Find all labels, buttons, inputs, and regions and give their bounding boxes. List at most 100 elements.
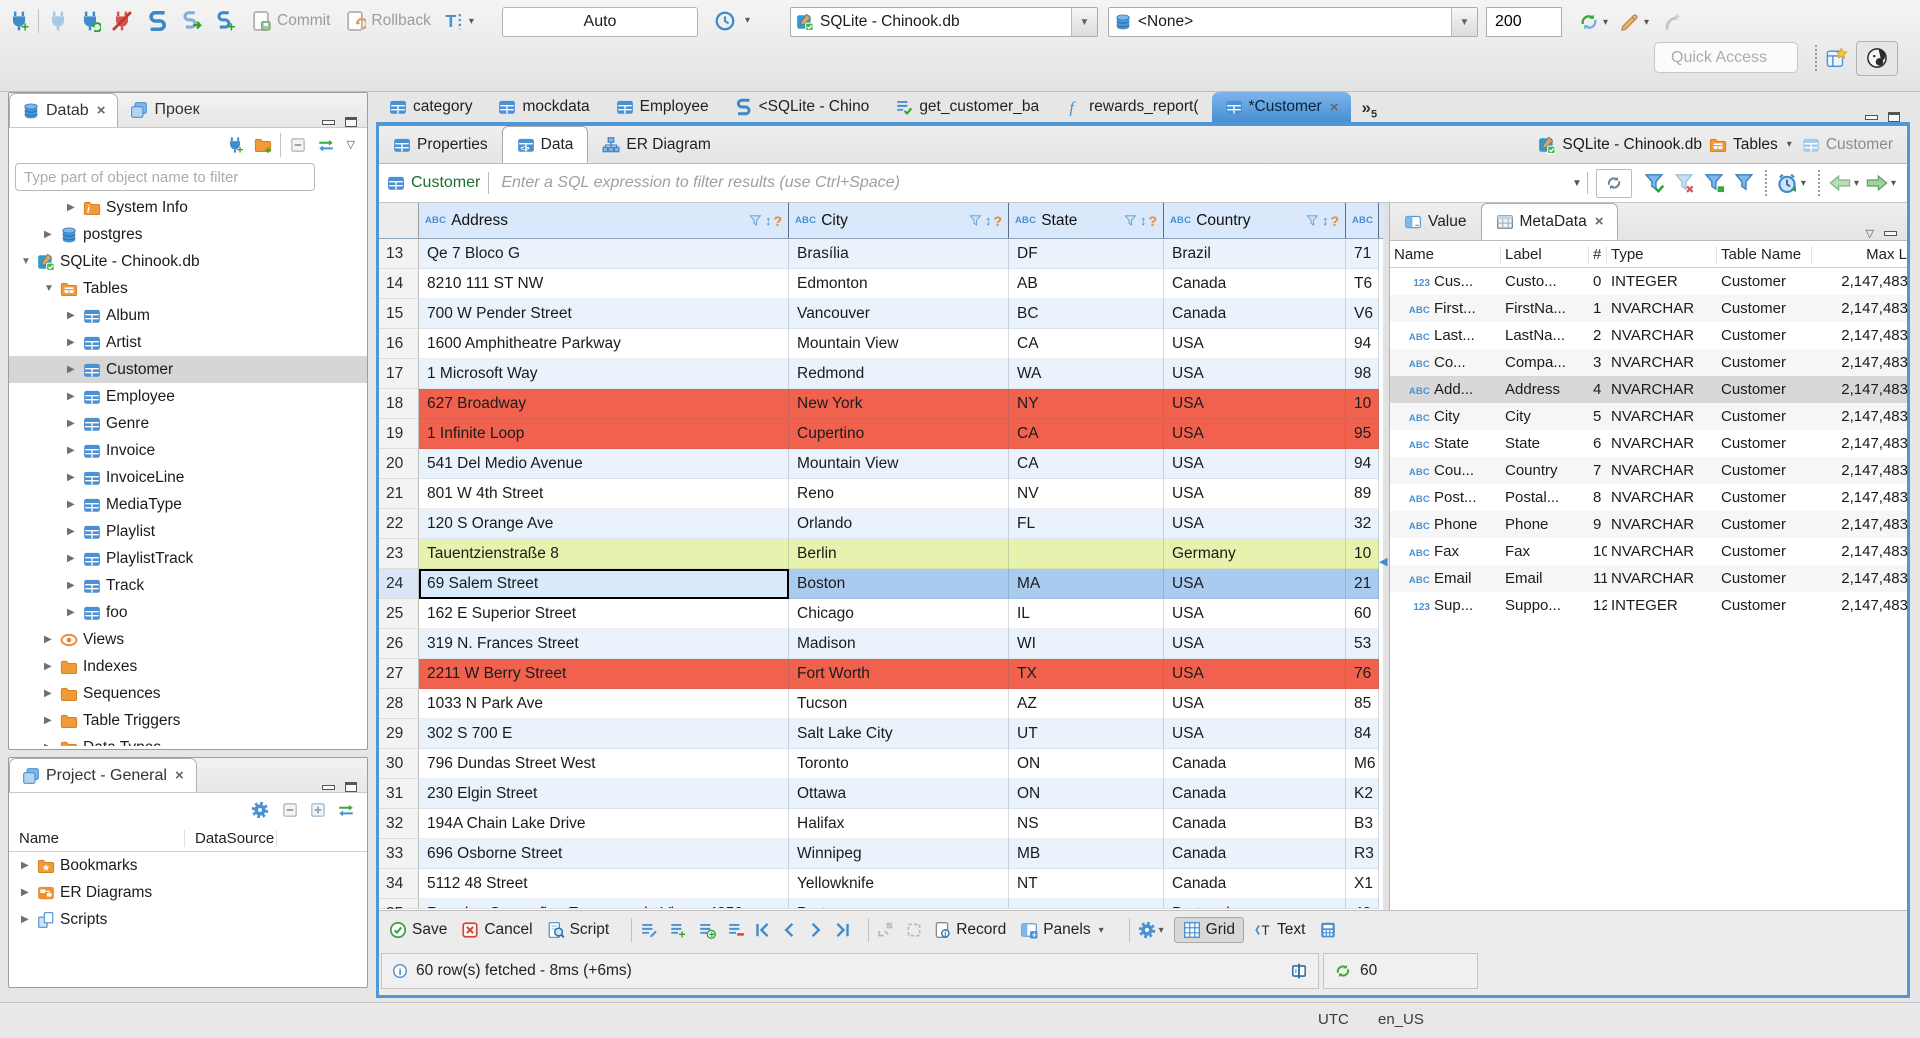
tree-item-invoice[interactable]: ▶ Invoice: [9, 437, 367, 464]
column-header-state[interactable]: ABC State ↕?: [1009, 203, 1164, 238]
grid-cell[interactable]: MB: [1009, 839, 1164, 869]
grid-cell[interactable]: Redmond: [789, 359, 1009, 389]
row-number[interactable]: 22: [379, 509, 419, 539]
chevron-down-icon[interactable]: ▾: [1891, 178, 1896, 189]
grid-cell[interactable]: Toronto: [789, 749, 1009, 779]
chevron-right-icon[interactable]: ▶: [44, 742, 60, 746]
text-view-button[interactable]: T Text: [1254, 921, 1305, 939]
sql-editor-icon[interactable]: [147, 10, 169, 32]
subtab-data[interactable]: <> Data: [501, 126, 589, 163]
project-item-scripts[interactable]: ▶ Scripts: [9, 906, 367, 933]
chevron-right-icon[interactable]: ▶: [44, 634, 60, 645]
row-number[interactable]: 28: [379, 689, 419, 719]
grid-cell[interactable]: Madison: [789, 629, 1009, 659]
grid-cell[interactable]: Mountain View: [789, 449, 1009, 479]
refresh-button[interactable]: [1595, 168, 1632, 198]
grid-cell[interactable]: Canada: [1164, 869, 1346, 899]
minimize-icon[interactable]: [322, 784, 335, 790]
meta-row-compa[interactable]: ABC Co... Compa... 3 NVARCHAR Customer 2,147,4…: [1390, 349, 1908, 376]
grid-cell[interactable]: Boston: [789, 569, 1009, 599]
chevron-right-icon[interactable]: ▶: [44, 661, 60, 672]
meta-row-firstna[interactable]: ABC First... FirstNa... 1 NVARCHAR Customer 2,…: [1390, 295, 1908, 322]
chevron-down-icon[interactable]: ▾: [469, 16, 474, 27]
chevron-down-icon[interactable]: ▾: [745, 15, 750, 26]
row-number[interactable]: 18: [379, 389, 419, 419]
link-with-editor-icon[interactable]: [317, 136, 335, 154]
tree-item-playlisttrack[interactable]: ▶ PlaylistTrack: [9, 545, 367, 572]
grid-cell[interactable]: Canada: [1164, 839, 1346, 869]
duplicate-row-icon[interactable]: +: [698, 921, 717, 939]
grid-cell[interactable]: USA: [1164, 419, 1346, 449]
editor-tab-get-customer-ba[interactable]: get_customer_ba: [882, 92, 1052, 122]
sort-icon[interactable]: ↕: [1322, 213, 1329, 228]
maximize-icon[interactable]: [345, 117, 357, 127]
grid-cell[interactable]: USA: [1164, 359, 1346, 389]
gear-icon[interactable]: [251, 801, 269, 819]
column-header-country[interactable]: ABC Country ↕?: [1164, 203, 1346, 238]
editor-tab-mockdata[interactable]: mockdata: [485, 92, 602, 122]
grid-cell[interactable]: Winnipeg: [789, 839, 1009, 869]
grid-cell[interactable]: Halifax: [789, 809, 1009, 839]
chevron-right-icon[interactable]: ▶: [44, 229, 60, 240]
next-page-icon[interactable]: [1866, 172, 1888, 194]
row-number[interactable]: 21: [379, 479, 419, 509]
chevron-right-icon[interactable]: ▶: [67, 202, 83, 213]
meta-column-type[interactable]: Type: [1607, 245, 1717, 263]
grid-cell[interactable]: NV: [1009, 479, 1164, 509]
minimize-icon[interactable]: [1865, 114, 1878, 120]
grid-cell[interactable]: USA: [1164, 479, 1346, 509]
tree-item-data-types[interactable]: ▶ Data Types: [9, 734, 367, 746]
tree-item-foo[interactable]: ▶ foo: [9, 599, 367, 626]
grid-cell[interactable]: 627 Broadway: [419, 389, 789, 419]
new-connection-icon[interactable]: +: [226, 136, 244, 154]
chevron-right-icon[interactable]: ▶: [67, 391, 83, 402]
row-number[interactable]: 31: [379, 779, 419, 809]
grid-cell[interactable]: Edmonton: [789, 269, 1009, 299]
grid-cell[interactable]: Berlin: [789, 539, 1009, 569]
connect-icon[interactable]: [47, 10, 69, 32]
grid-cell[interactable]: 1033 N Park Ave: [419, 689, 789, 719]
row-number[interactable]: 25: [379, 599, 419, 629]
tree-item-indexes[interactable]: ▶ Indexes: [9, 653, 367, 680]
column-header-city[interactable]: ABC City ↕?: [789, 203, 1009, 238]
grid-cell[interactable]: ON: [1009, 779, 1164, 809]
grid-cell[interactable]: X1: [1346, 869, 1379, 899]
grid-cell[interactable]: USA: [1164, 719, 1346, 749]
chevron-right-icon[interactable]: ▶: [67, 364, 83, 375]
row-number[interactable]: 29: [379, 719, 419, 749]
dropdown-arrow-icon[interactable]: ▼: [1451, 8, 1477, 36]
grid-cell[interactable]: 10: [1346, 539, 1379, 569]
grid-cell[interactable]: Mountain View: [789, 329, 1009, 359]
grid-cell[interactable]: DF: [1009, 239, 1164, 269]
grid-cell[interactable]: Canada: [1164, 269, 1346, 299]
grid-cell[interactable]: Salt Lake City: [789, 719, 1009, 749]
grid-cell[interactable]: 700 W Pender Street: [419, 299, 789, 329]
grid-cell[interactable]: 194A Chain Lake Drive: [419, 809, 789, 839]
chevron-right-icon[interactable]: ▶: [67, 553, 83, 564]
row-number[interactable]: 33: [379, 839, 419, 869]
grid-cell[interactable]: 53: [1346, 629, 1379, 659]
previous-page-icon[interactable]: [1829, 172, 1851, 194]
chevron-right-icon[interactable]: ▶: [67, 526, 83, 537]
minimize-icon[interactable]: [1884, 231, 1897, 236]
sync-icon[interactable]: [1578, 11, 1600, 33]
grid-cell[interactable]: [1009, 539, 1164, 569]
grid-cell[interactable]: USA: [1164, 569, 1346, 599]
grid-cell[interactable]: 84: [1346, 719, 1379, 749]
grid-cell[interactable]: USA: [1164, 509, 1346, 539]
close-icon[interactable]: ×: [1330, 99, 1339, 116]
grid-cell[interactable]: Yellowknife: [789, 869, 1009, 899]
row-number[interactable]: 13: [379, 239, 419, 269]
grid-cell[interactable]: AZ: [1009, 689, 1164, 719]
view-menu-icon[interactable]: ▽: [1866, 227, 1874, 240]
subtab-properties[interactable]: Properties: [379, 126, 502, 163]
grid-cell[interactable]: 98: [1346, 359, 1379, 389]
link-with-editor-icon[interactable]: [337, 801, 355, 819]
new-folder-icon[interactable]: +: [254, 136, 272, 154]
gear-icon[interactable]: [1138, 921, 1156, 939]
grid-cell[interactable]: Porto: [789, 899, 1009, 909]
grid-cell[interactable]: Vancouver: [789, 299, 1009, 329]
grid-cell[interactable]: Orlando: [789, 509, 1009, 539]
chevron-right-icon[interactable]: ▶: [67, 499, 83, 510]
chevron-right-icon[interactable]: ▶: [67, 418, 83, 429]
